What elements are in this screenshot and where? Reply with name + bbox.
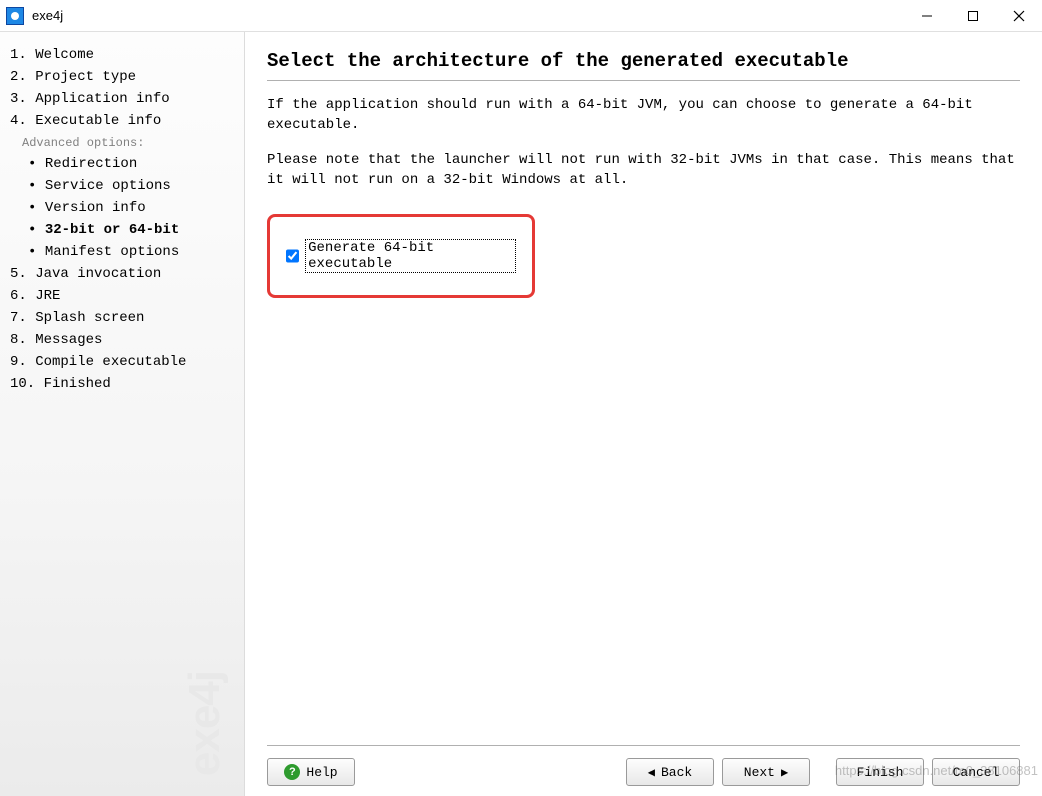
step-messages[interactable]: 8. Messages — [10, 329, 234, 351]
help-button[interactable]: ? Help — [267, 758, 355, 786]
minimize-icon — [921, 10, 933, 22]
minimize-button[interactable] — [904, 0, 950, 31]
step-list: 1. Welcome 2. Project type 3. Applicatio… — [10, 44, 234, 395]
step-welcome[interactable]: 1. Welcome — [10, 44, 234, 66]
intro-p1: If the application should run with a 64-… — [267, 95, 1020, 136]
highlight-box: Generate 64-bit executable — [267, 214, 535, 298]
cancel-label: Cancel — [953, 765, 1000, 780]
step-splash-screen[interactable]: 7. Splash screen — [10, 307, 234, 329]
window-title: exe4j — [32, 8, 63, 23]
footer: ? Help ◀ Back Next ▶ Finish Cancel — [267, 745, 1020, 786]
help-icon: ? — [284, 764, 300, 780]
step-finished[interactable]: 10. Finished — [10, 373, 234, 395]
substep-32-64-bit[interactable]: 32-bit or 64-bit — [10, 219, 234, 241]
maximize-icon — [967, 10, 979, 22]
back-button[interactable]: ◀ Back — [626, 758, 714, 786]
intro-p2: Please note that the launcher will not r… — [267, 150, 1020, 191]
step-jre[interactable]: 6. JRE — [10, 285, 234, 307]
sidebar-logo: exe4j — [180, 671, 230, 776]
close-button[interactable] — [996, 0, 1042, 31]
substep-version-info[interactable]: Version info — [10, 197, 234, 219]
step-application-info[interactable]: 3. Application info — [10, 88, 234, 110]
generate-64bit-label: Generate 64-bit executable — [305, 239, 516, 273]
step-compile-executable[interactable]: 9. Compile executable — [10, 351, 234, 373]
substep-redirection[interactable]: Redirection — [10, 153, 234, 175]
back-label: Back — [661, 765, 692, 780]
step-executable-info[interactable]: 4. Executable info — [10, 110, 234, 132]
generate-64bit-row[interactable]: Generate 64-bit executable — [286, 239, 516, 273]
finish-button[interactable]: Finish — [836, 758, 924, 786]
advanced-options-label: Advanced options: — [10, 132, 234, 153]
arrow-right-icon: ▶ — [781, 765, 788, 780]
substep-manifest-options[interactable]: Manifest options — [10, 241, 234, 263]
arrow-left-icon: ◀ — [648, 765, 655, 780]
maximize-button[interactable] — [950, 0, 996, 31]
cancel-button[interactable]: Cancel — [932, 758, 1020, 786]
next-label: Next — [744, 765, 775, 780]
finish-label: Finish — [857, 765, 904, 780]
app-icon — [6, 7, 24, 25]
titlebar-controls — [904, 0, 1042, 31]
help-label: Help — [306, 765, 337, 780]
page-title: Select the architecture of the generated… — [267, 50, 1020, 81]
titlebar: exe4j — [0, 0, 1042, 32]
substep-service-options[interactable]: Service options — [10, 175, 234, 197]
next-button[interactable]: Next ▶ — [722, 758, 810, 786]
step-project-type[interactable]: 2. Project type — [10, 66, 234, 88]
close-icon — [1013, 10, 1025, 22]
sidebar: 1. Welcome 2. Project type 3. Applicatio… — [0, 32, 245, 796]
generate-64bit-checkbox[interactable] — [286, 249, 299, 263]
main-panel: Select the architecture of the generated… — [245, 32, 1042, 796]
step-java-invocation[interactable]: 5. Java invocation — [10, 263, 234, 285]
intro-text: If the application should run with a 64-… — [267, 95, 1020, 204]
